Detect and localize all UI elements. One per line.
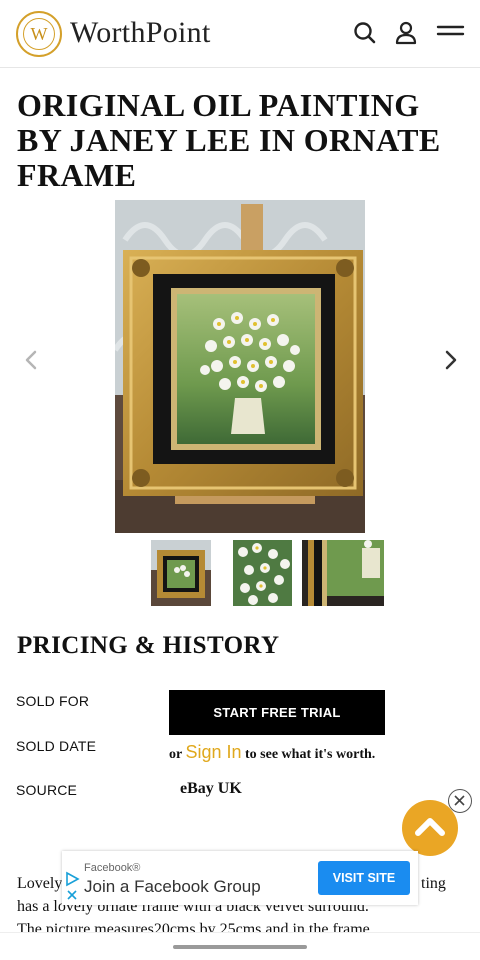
source-label: SOURCE bbox=[16, 782, 78, 798]
ad-source: Facebook® bbox=[84, 862, 141, 874]
sold-date-label: SOLD DATE bbox=[16, 738, 97, 754]
menu-icon[interactable] bbox=[436, 18, 466, 48]
site-header: W WorthPoint bbox=[0, 0, 480, 68]
user-icon[interactable] bbox=[391, 18, 421, 48]
signin-prompt: or Sign In to see what it's worth. bbox=[169, 742, 375, 763]
worthpoint-logo-icon[interactable]: W bbox=[16, 11, 62, 57]
close-icon bbox=[454, 795, 465, 806]
system-nav-bar bbox=[0, 932, 480, 960]
ad-title[interactable]: Join a Facebook Group bbox=[84, 877, 261, 897]
logo-letter: W bbox=[23, 18, 55, 50]
search-icon[interactable] bbox=[350, 18, 380, 48]
start-free-trial-button[interactable]: START FREE TRIAL bbox=[169, 690, 385, 735]
thumbnail-3[interactable] bbox=[302, 540, 384, 606]
previous-image-icon[interactable] bbox=[18, 346, 46, 374]
or-text: or bbox=[169, 747, 182, 762]
next-image-icon[interactable] bbox=[436, 346, 464, 374]
thumbnail-1[interactable] bbox=[151, 540, 211, 606]
close-ad-button[interactable] bbox=[448, 789, 472, 813]
signin-suffix: to see what it's worth. bbox=[245, 747, 376, 762]
logo-text[interactable]: WorthPoint bbox=[70, 16, 211, 50]
adchoices-icon[interactable] bbox=[65, 871, 81, 901]
thumbnail-2[interactable] bbox=[233, 540, 292, 606]
pricing-heading: PRICING & HISTORY bbox=[17, 632, 280, 659]
description-line-1-end: ting bbox=[421, 875, 446, 892]
page-title: ORIGINAL OIL PAINTING BY JANEY LEE IN OR… bbox=[17, 87, 441, 193]
ad-banner[interactable]: Facebook® Join a Facebook Group VISIT SI… bbox=[62, 851, 418, 905]
signin-link[interactable]: Sign In bbox=[185, 742, 241, 762]
main-item-image[interactable] bbox=[115, 200, 365, 533]
visit-site-button[interactable]: VISIT SITE bbox=[318, 861, 410, 895]
sold-for-label: SOLD FOR bbox=[16, 693, 90, 709]
description-line-1-start: Lovely bbox=[17, 875, 63, 892]
home-gesture-pill[interactable] bbox=[173, 945, 307, 949]
source-value: eBay UK bbox=[180, 780, 242, 797]
